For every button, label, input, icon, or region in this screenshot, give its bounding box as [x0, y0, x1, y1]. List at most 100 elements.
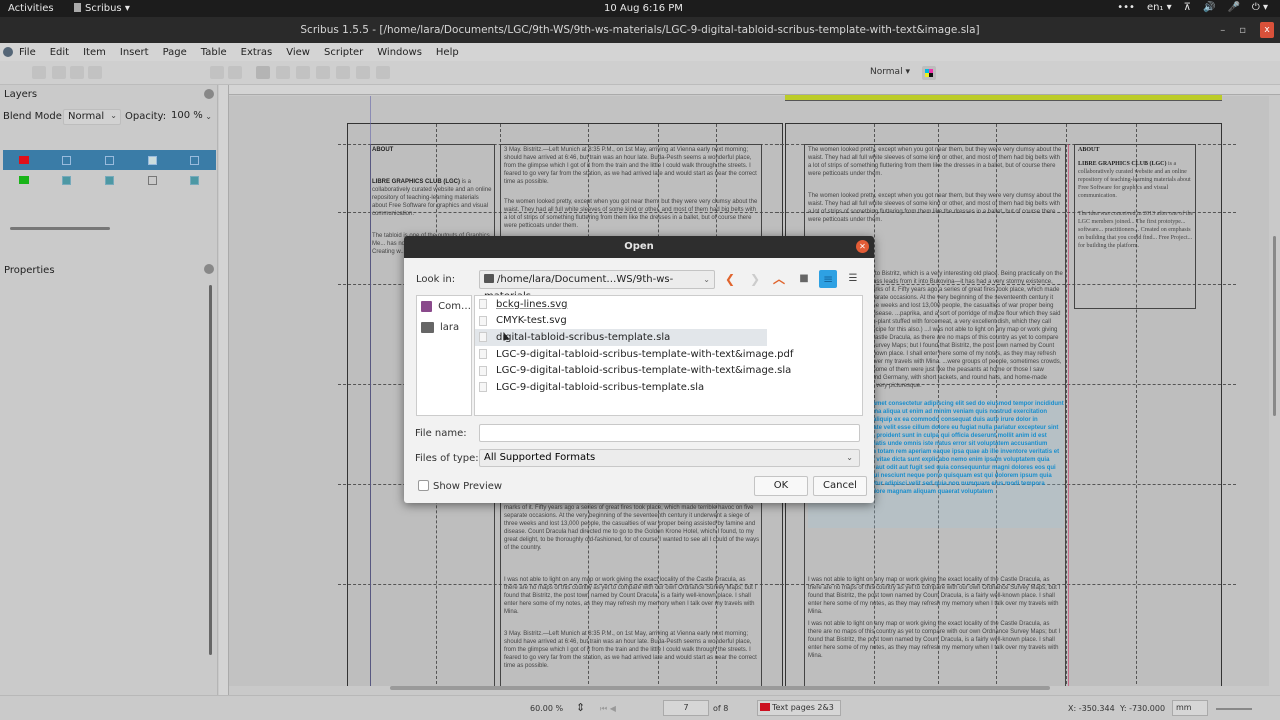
file-item[interactable]: LGC-9-digital-tabloid-scribus-template-w…	[475, 346, 862, 363]
file-icon	[479, 365, 487, 376]
undo-icon[interactable]	[210, 66, 224, 79]
image-preview-quality-select[interactable]: Normal ▾	[870, 67, 910, 77]
maximize-button[interactable]: ▫	[1239, 25, 1246, 36]
close-doc-icon[interactable]	[88, 66, 102, 79]
language-selector[interactable]: en₁ ▾	[1147, 2, 1172, 13]
color-management-icon[interactable]	[922, 66, 936, 80]
text-frame-content: The women looked pretty, except when you…	[504, 199, 758, 229]
new-document-icon[interactable]	[32, 66, 46, 79]
properties-panel-close-icon[interactable]	[204, 264, 214, 274]
menu-scripter[interactable]: Scripter	[324, 47, 363, 58]
scrollbar-thumb[interactable]	[1273, 236, 1276, 416]
look-in-label: Look in:	[416, 274, 456, 285]
menu-help[interactable]: Help	[436, 47, 459, 58]
look-in-select[interactable]: /home/lara/Document…WS/9th-ws-materials⌄	[479, 270, 715, 302]
menu-table[interactable]: Table	[201, 47, 227, 58]
new-folder-icon[interactable]: ■	[795, 270, 813, 288]
layer-row[interactable]	[3, 150, 216, 170]
page-nav-buttons[interactable]: ⏮ ◀	[600, 704, 616, 714]
opacity-spinner[interactable]: 100 % ⌄	[167, 109, 215, 125]
layer-flow-checkbox[interactable]	[190, 155, 200, 165]
current-page-input[interactable]: 7	[663, 700, 709, 716]
layer-print-checkbox[interactable]	[104, 175, 114, 185]
line-tool-icon[interactable]	[376, 66, 390, 79]
microphone-icon[interactable]: 🎤	[1227, 2, 1239, 13]
list-view-icon[interactable]: ≡	[819, 270, 837, 288]
more-icon[interactable]: •••	[1117, 2, 1135, 13]
menu-page[interactable]: Page	[163, 47, 187, 58]
volume-icon[interactable]: 🔊	[1203, 2, 1215, 13]
layer-lock-checkbox[interactable]	[147, 155, 157, 165]
app-menu[interactable]: Scribus ▾	[74, 3, 130, 14]
file-item[interactable]: bckg-lines.svg	[475, 296, 862, 313]
layer-color-swatch[interactable]	[19, 156, 30, 164]
detail-view-icon[interactable]: ☰	[844, 270, 862, 288]
zoom-level[interactable]: 60.00 %	[530, 704, 563, 713]
image-frame-tool-icon[interactable]	[296, 66, 310, 79]
file-icon	[479, 315, 487, 326]
system-tray: ••• en₁ ▾ ⊼ 🔊 🎤 ⏻ ▾	[1117, 2, 1268, 13]
blend-mode-label: Blend Mode:	[3, 111, 66, 122]
layer-flow-checkbox[interactable]	[190, 175, 200, 185]
clock[interactable]: 10 Aug 6:16 PM	[604, 3, 683, 14]
canvas-vertical-scrollbar[interactable]	[1272, 96, 1278, 686]
menu-file[interactable]: File	[19, 47, 36, 58]
parent-folder-icon[interactable]: ︿	[770, 270, 788, 288]
layer-name: Text pages 2&3	[772, 703, 834, 712]
text-frame-tool-icon[interactable]	[276, 66, 290, 79]
file-item[interactable]: LGC-9-digital-tabloid-scribus-template.s…	[475, 379, 862, 396]
minimize-button[interactable]: –	[1220, 25, 1225, 36]
layer-lock-checkbox[interactable]	[147, 175, 157, 185]
layers-panel-close-icon[interactable]	[204, 89, 214, 99]
layer-color-swatch[interactable]	[19, 176, 30, 184]
menu-item[interactable]: Item	[83, 47, 106, 58]
back-icon[interactable]: ❮	[721, 270, 739, 288]
properties-scrollbar[interactable]	[209, 285, 212, 655]
layers-horizontal-scrollbar[interactable]	[10, 227, 110, 230]
menu-insert[interactable]: Insert	[120, 47, 149, 58]
file-item[interactable]: CMYK-test.svg	[475, 313, 862, 330]
unit-select[interactable]: mm	[1172, 700, 1208, 716]
ok-button[interactable]: OK	[754, 476, 808, 496]
power-icon[interactable]: ⏻ ▾	[1252, 2, 1268, 13]
place-home[interactable]: lara	[417, 317, 471, 338]
table-tool-icon[interactable]	[316, 66, 330, 79]
chevron-down-icon: ⌄	[205, 112, 212, 121]
menu-windows[interactable]: Windows	[377, 47, 422, 58]
save-icon[interactable]	[70, 66, 84, 79]
shape-tool-icon[interactable]	[336, 66, 350, 79]
layer-select[interactable]: Text pages 2&3	[757, 700, 841, 716]
open-document-icon[interactable]	[52, 66, 66, 79]
horizontal-ruler[interactable]	[229, 85, 1280, 95]
open-file-dialog: Open ✕ Look in: /home/lara/Document…WS/9…	[404, 236, 874, 503]
menu-extras[interactable]: Extras	[241, 47, 273, 58]
activities-button[interactable]: Activities	[8, 3, 54, 14]
redo-icon[interactable]	[228, 66, 242, 79]
window-title-bar: Scribus 1.5.5 - [/home/lara/Documents/LG…	[0, 17, 1280, 43]
layer-visible-checkbox[interactable]	[62, 155, 72, 165]
layer-visible-checkbox[interactable]	[62, 175, 72, 185]
layer-row[interactable]	[3, 170, 216, 190]
polygon-tool-icon[interactable]	[356, 66, 370, 79]
menu-view[interactable]: View	[286, 47, 310, 58]
menu-edit[interactable]: Edit	[50, 47, 69, 58]
layer-print-checkbox[interactable]	[104, 155, 114, 165]
view-slider[interactable]	[1216, 708, 1252, 710]
blend-mode-select[interactable]: Normal ⌄	[63, 109, 121, 125]
network-icon[interactable]: ⊼	[1184, 2, 1191, 13]
place-computer[interactable]: Com…	[417, 296, 471, 317]
window-close-button[interactable]: x	[1260, 22, 1274, 38]
cancel-button[interactable]: Cancel	[813, 476, 867, 496]
file-name-input[interactable]	[479, 424, 860, 442]
files-of-type-select[interactable]: All Supported Formats ⌄	[479, 449, 860, 467]
file-item[interactable]: LGC-9-digital-tabloid-scribus-template-w…	[475, 362, 862, 379]
show-preview-checkbox[interactable]	[418, 480, 429, 491]
about-bold: LIBRE GRAPHICS CLUB (LGC)	[1078, 161, 1167, 167]
forward-icon[interactable]: ❯	[746, 270, 764, 288]
vertical-ruler[interactable]	[219, 85, 229, 695]
select-tool-icon[interactable]	[256, 66, 270, 79]
file-item-selected[interactable]: digital-tabloid-scribus-template.sla	[475, 329, 767, 346]
canvas-horizontal-scrollbar[interactable]	[390, 686, 1050, 690]
dialog-close-button[interactable]: ✕	[856, 240, 869, 253]
zoom-spinner-icon[interactable]: ⇕	[576, 701, 585, 714]
